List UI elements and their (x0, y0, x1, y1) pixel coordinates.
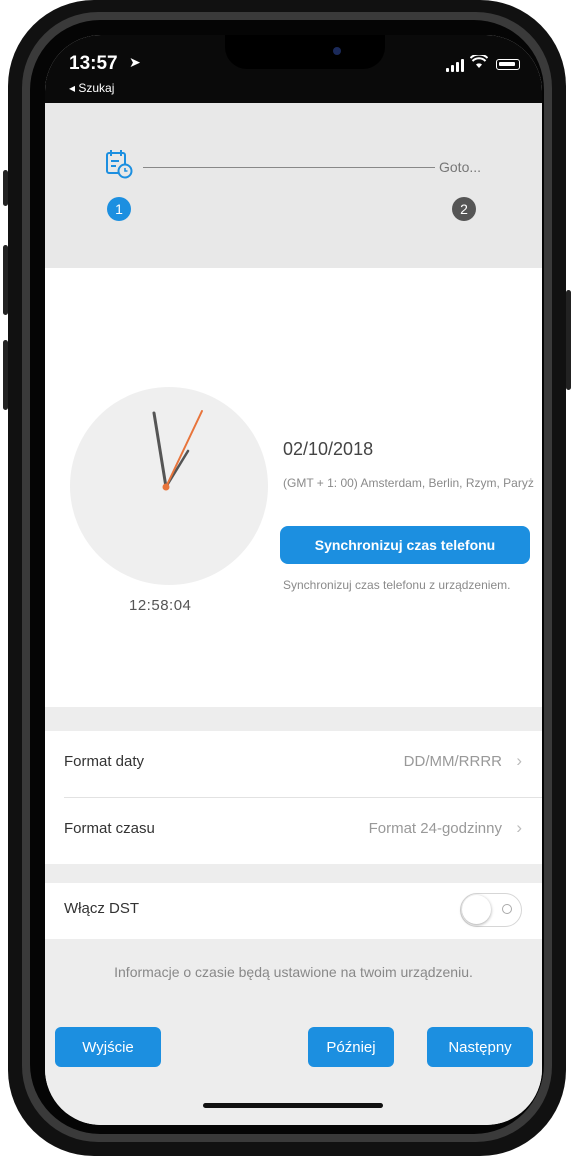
stepper-connector (143, 167, 435, 168)
wifi-icon (469, 53, 489, 74)
step-2-indicator: 2 (452, 197, 476, 221)
step-1-indicator: 1 (107, 197, 131, 221)
chevron-right-icon: › (516, 751, 522, 770)
dst-label: Włącz DST (64, 900, 139, 917)
time-format-value: Format 24-godzinny (368, 820, 502, 837)
status-time: 13:57 (69, 53, 118, 74)
battery-icon (496, 59, 520, 70)
toggle-off-indicator-icon (502, 904, 512, 914)
back-to-search-link[interactable]: ◂ Szukaj (69, 81, 114, 95)
timezone-text: (GMT + 1: 00) Amsterdam, Berlin, Rzym, P… (283, 476, 534, 490)
footer-info-text: Informacje o czasie będą ustawione na tw… (114, 964, 473, 980)
app-screen: 13:57 ➤ ◂ Szukaj Goto... 1 2 12:58:04 02… (45, 35, 542, 1125)
front-camera (333, 47, 341, 55)
dst-toggle[interactable] (460, 893, 522, 927)
current-date: 02/10/2018 (283, 439, 374, 459)
silent-switch (3, 170, 8, 206)
date-format-row[interactable]: Format daty DD/MM/RRRR › (45, 731, 542, 797)
step-2-label: Goto... (439, 159, 482, 175)
sync-help-text: Synchronizuj czas telefonu z urządzeniem… (283, 578, 511, 592)
minute-hand (165, 410, 203, 488)
volume-down-button (3, 340, 8, 410)
date-format-value: DD/MM/RRRR (403, 753, 502, 770)
section-separator (45, 707, 542, 731)
hour-hand (152, 411, 168, 489)
status-bar: 13:57 ➤ ◂ Szukaj (45, 35, 542, 103)
time-format-label: Format czasu (64, 820, 155, 837)
notch (225, 35, 385, 69)
volume-up-button (3, 245, 8, 315)
time-format-row[interactable]: Format czasu Format 24-godzinny › (45, 798, 542, 864)
footer: Informacje o czasie będą ustawione na tw… (45, 939, 542, 1125)
power-button (566, 290, 571, 390)
signal-icon (446, 59, 464, 72)
chevron-right-icon: › (516, 818, 522, 837)
dst-row: Włącz DST (45, 883, 542, 939)
analog-clock (70, 387, 268, 585)
toggle-knob (462, 895, 491, 924)
exit-button[interactable]: Wyjście (55, 1027, 161, 1067)
home-indicator[interactable] (203, 1103, 383, 1108)
location-arrow-icon: ➤ (129, 54, 141, 70)
sync-phone-time-button[interactable]: Synchronizuj czas telefonu (280, 526, 530, 564)
later-button[interactable]: Później (308, 1027, 394, 1067)
section-separator (45, 864, 542, 883)
next-button[interactable]: Następny (427, 1027, 533, 1067)
date-format-label: Format daty (64, 753, 145, 770)
digital-clock-time: 12:58:04 (129, 597, 192, 614)
calendar-clock-icon (105, 149, 133, 179)
setup-stepper: Goto... 1 2 (45, 103, 542, 268)
